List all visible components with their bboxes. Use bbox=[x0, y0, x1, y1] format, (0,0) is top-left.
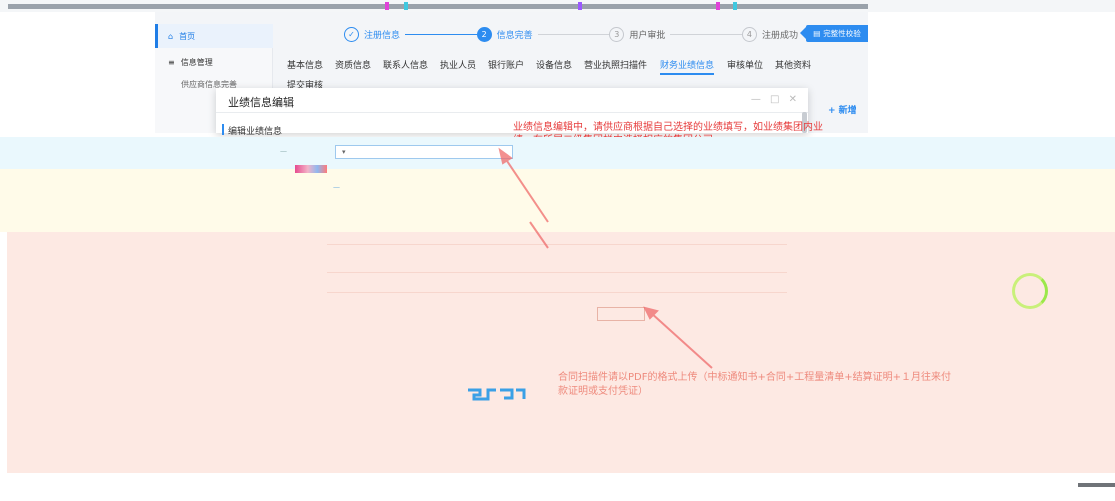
artifact-chip bbox=[295, 165, 327, 173]
group-select[interactable]: ▾ bbox=[335, 145, 513, 159]
tab-other-materials[interactable]: 其他资料 bbox=[775, 58, 811, 71]
completeness-check-button[interactable]: ▤ 完整性校验 bbox=[800, 25, 868, 42]
tab-contacts[interactable]: 联系人信息 bbox=[383, 58, 428, 71]
row-divider bbox=[327, 292, 787, 293]
form-band-highlight-2 bbox=[0, 169, 1115, 232]
add-button[interactable]: + 新增 bbox=[828, 103, 857, 116]
tab-practitioners[interactable]: 执业人员 bbox=[440, 58, 476, 71]
tab-bank-account[interactable]: 银行账户 bbox=[488, 58, 524, 71]
step-connector bbox=[537, 33, 610, 35]
row-divider bbox=[327, 272, 787, 273]
form-band-highlight bbox=[0, 137, 1115, 169]
top-artifact-stripe bbox=[8, 4, 868, 9]
bottom-artifact-bar bbox=[1078, 483, 1115, 487]
step-4-label: 注册成功 bbox=[761, 30, 798, 41]
form-band-highlight-3 bbox=[7, 232, 1115, 473]
row-divider bbox=[327, 244, 787, 245]
sidebar-item-label: 首页 bbox=[179, 31, 196, 41]
sidebar-item-info-management[interactable]: ≡ 信息管理 bbox=[155, 52, 273, 72]
home-icon: ⌂ bbox=[168, 31, 174, 41]
list-icon: ≡ bbox=[168, 57, 175, 67]
annotation-contract-upload-note: 合同扫描件请以PDF的格式上传（中标通知书+合同+工程量清单+结算证明+１月往来… bbox=[558, 372, 951, 397]
completeness-check-label: 完整性校验 bbox=[823, 29, 861, 38]
sidebar-item-label: 信息管理 bbox=[180, 57, 213, 67]
tab-business-license[interactable]: 营业执照扫描件 bbox=[584, 58, 647, 71]
modal-title: 业绩信息编辑 bbox=[228, 96, 294, 109]
tab-financial-performance[interactable]: 财务业绩信息 bbox=[660, 58, 715, 75]
tab-equipment[interactable]: 设备信息 bbox=[536, 58, 572, 71]
artifact-pixel bbox=[385, 2, 389, 10]
upload-button[interactable] bbox=[597, 307, 645, 321]
check-icon: ▤ bbox=[813, 29, 821, 38]
logo-glyph-icon bbox=[468, 388, 526, 401]
form-link[interactable]: — bbox=[333, 183, 340, 191]
loading-spinner-icon bbox=[1012, 273, 1048, 309]
step-connector bbox=[670, 33, 742, 35]
step-1-label: 注册信息 bbox=[364, 30, 401, 41]
step-3-circle: 3 bbox=[609, 26, 625, 42]
registration-stepper: ✓ 注册信息 2 信息完善 3 用户审批 4 注册成功 bbox=[344, 24, 868, 44]
step-4-circle: 4 bbox=[741, 26, 757, 42]
field-label: — bbox=[280, 147, 287, 155]
tab-qualification[interactable]: 资质信息 bbox=[335, 58, 371, 71]
modal-divider bbox=[216, 112, 808, 113]
artifact-pixel bbox=[404, 2, 408, 10]
step-1-done-icon: ✓ bbox=[344, 26, 359, 42]
window-controls-icon[interactable]: — □ ✕ bbox=[751, 94, 800, 105]
tab-audit-unit[interactable]: 审核单位 bbox=[727, 58, 763, 71]
step-2-label: 信息完善 bbox=[496, 30, 533, 41]
tab-basic-info[interactable]: 基本信息 bbox=[287, 58, 323, 71]
section-title: 编辑业绩信息 bbox=[221, 124, 282, 137]
step-2-circle: 2 bbox=[476, 26, 492, 42]
step-connector bbox=[405, 33, 477, 35]
top-artifact-band bbox=[0, 0, 1115, 12]
artifact-pixel bbox=[716, 2, 720, 10]
artifact-pixel bbox=[578, 2, 582, 10]
sidebar-item-home[interactable]: ⌂ 首页 bbox=[155, 24, 273, 48]
step-3-label: 用户审批 bbox=[629, 30, 666, 41]
artifact-pixel bbox=[733, 2, 737, 10]
